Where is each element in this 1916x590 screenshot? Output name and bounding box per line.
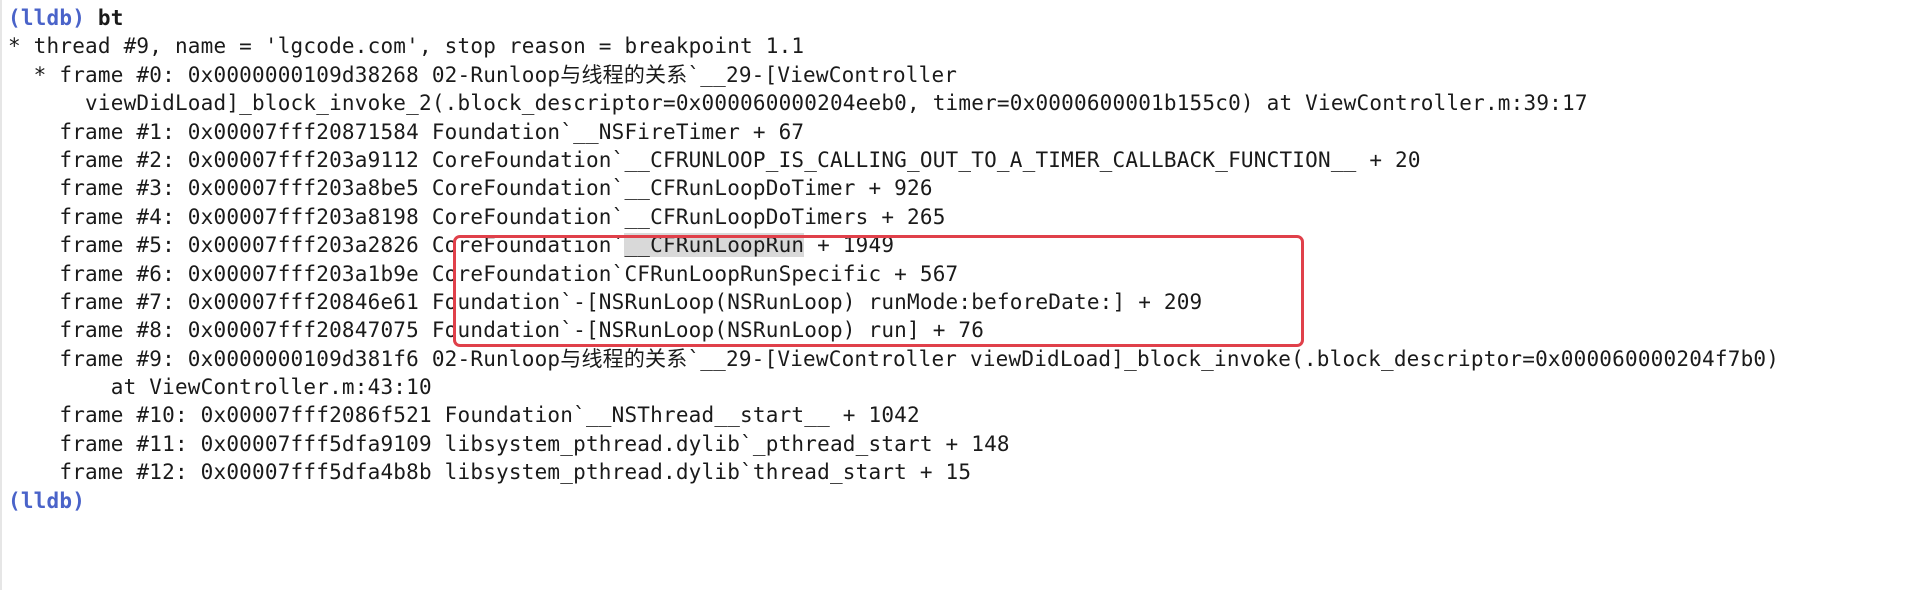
- frame-10: frame #10: 0x00007fff2086f521 Foundation…: [8, 403, 920, 428]
- lldb-prompt: (lldb): [8, 6, 86, 30]
- frame-0-line-1: * frame #0: 0x0000000109d38268 02-Runloo…: [8, 62, 958, 87]
- frame-4: frame #4: 0x00007fff203a8198 CoreFoundat…: [8, 204, 946, 229]
- frame-7: frame #7: 0x00007fff20846e61 Foundation`…: [8, 289, 1203, 314]
- terminal-output: (lldb) bt * thread #9, name = 'lgcode.co…: [8, 4, 1779, 515]
- selected-text: __CFRunLoopRun: [624, 233, 805, 258]
- frame-0-line-2: viewDidLoad]_block_invoke_2(.block_descr…: [8, 91, 1588, 116]
- frame-9-line-1: frame #9: 0x0000000109d381f6 02-Runloop与…: [8, 346, 1780, 371]
- prompt-line: (lldb): [8, 487, 1779, 515]
- frame-3: frame #3: 0x00007fff203a8be5 CoreFoundat…: [8, 176, 933, 201]
- frame-12: frame #12: 0x00007fff5dfa4b8b libsystem_…: [8, 460, 972, 485]
- command-text: bt: [97, 6, 124, 30]
- lldb-terminal[interactable]: (lldb) bt * thread #9, name = 'lgcode.co…: [0, 0, 1916, 590]
- frame-5-suffix: + 1949: [804, 233, 895, 258]
- frame-8: frame #8: 0x00007fff20847075 Foundation`…: [8, 318, 985, 343]
- frame-5: frame #5: 0x00007fff203a2826 CoreFoundat…: [8, 231, 1779, 259]
- frame-1: frame #1: 0x00007fff20871584 Foundation`…: [8, 119, 805, 144]
- frame-5-prefix: frame #5: 0x00007fff203a2826 CoreFoundat…: [8, 233, 625, 258]
- frame-6: frame #6: 0x00007fff203a1b9e CoreFoundat…: [8, 261, 959, 286]
- thread-line: * thread #9, name = 'lgcode.com', stop r…: [8, 34, 805, 59]
- command-line: (lldb) bt: [8, 4, 1779, 32]
- lldb-prompt-current: (lldb): [8, 488, 86, 513]
- frame-2: frame #2: 0x00007fff203a9112 CoreFoundat…: [8, 147, 1421, 172]
- frame-9-line-2: at ViewController.m:43:10: [8, 375, 432, 400]
- frame-11: frame #11: 0x00007fff5dfa9109 libsystem_…: [8, 431, 1010, 456]
